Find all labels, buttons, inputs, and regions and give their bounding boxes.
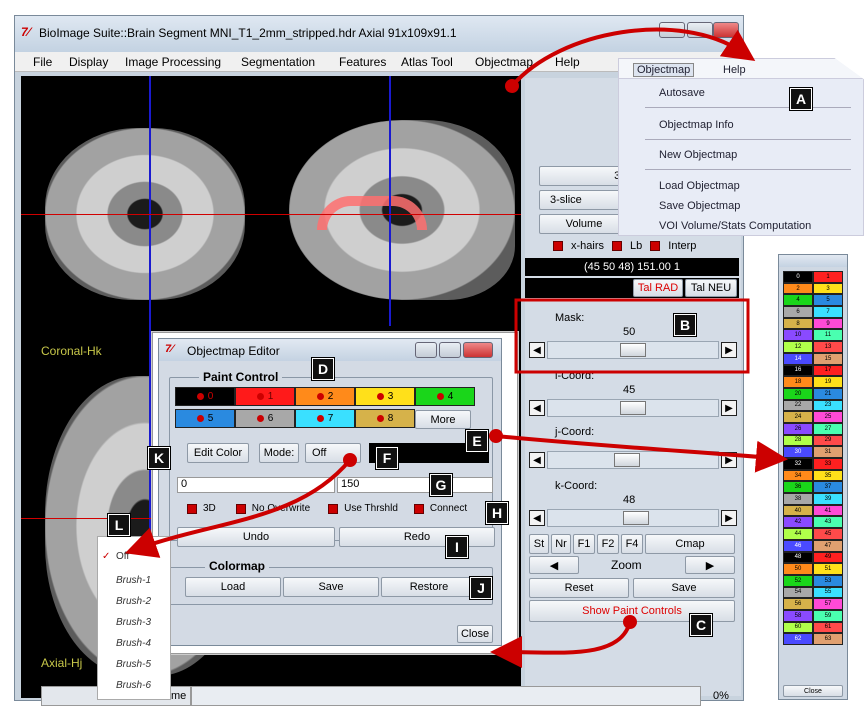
- callout-e: E: [466, 430, 488, 452]
- callout-i: I: [446, 536, 468, 558]
- arrow-dot-more: [489, 429, 503, 443]
- callout-b: B: [674, 314, 696, 336]
- mask-highlight-box: [514, 298, 750, 374]
- arrow-dot-objectmap: [505, 79, 519, 93]
- callout-j: J: [470, 577, 492, 599]
- arrow-mode: [124, 458, 352, 558]
- arrow-more-colors: [495, 434, 788, 473]
- callout-c: C: [690, 614, 712, 636]
- arrow-objectmap: [510, 27, 756, 88]
- callout-f: F: [376, 447, 398, 469]
- callout-l: L: [108, 514, 130, 536]
- callout-a: A: [790, 88, 812, 110]
- callout-h: H: [486, 502, 508, 524]
- arrow-dot-mode: [343, 453, 357, 467]
- arrow-dot-show-paint: [623, 615, 637, 629]
- callout-arrows: [124, 27, 788, 669]
- callout-k: K: [148, 447, 170, 469]
- arrow-show-paint: [490, 621, 632, 669]
- callout-g: G: [430, 474, 452, 496]
- callout-d: D: [312, 358, 334, 380]
